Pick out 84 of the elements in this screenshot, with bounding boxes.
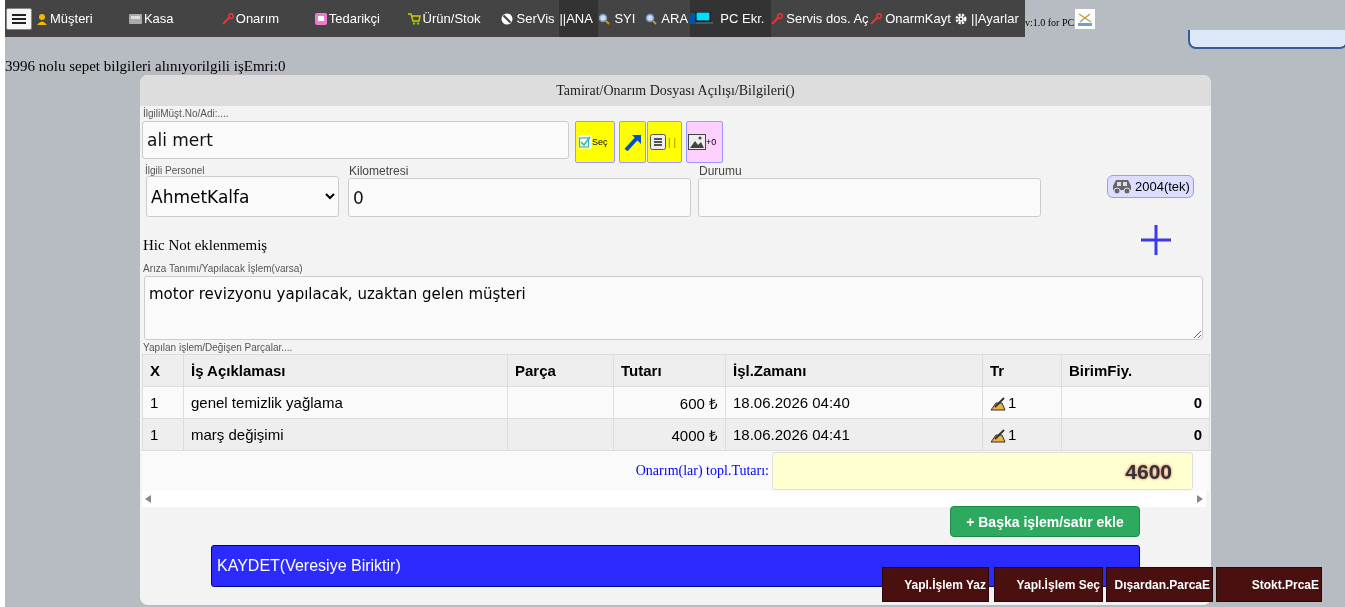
nav-link[interactable]: ARA bbox=[645, 0, 691, 37]
wrench-icon bbox=[221, 12, 234, 25]
edit-icon[interactable] bbox=[990, 429, 1007, 443]
search-icon bbox=[645, 12, 658, 25]
staff-select[interactable]: AhmetKalfa bbox=[146, 176, 339, 217]
column-header: Tutarı bbox=[613, 354, 726, 387]
column-header: BirimFiy. bbox=[1061, 354, 1210, 387]
list-icon bbox=[650, 134, 666, 150]
wrench-icon bbox=[771, 12, 784, 25]
photo-button[interactable]: +0 bbox=[686, 121, 723, 163]
field-label: İlgili Personel bbox=[145, 165, 206, 176]
nav-link[interactable]: Ürün/Stok bbox=[407, 0, 501, 37]
mileage-field[interactable]: 0 bbox=[348, 178, 691, 217]
table-cell: 1 bbox=[142, 386, 184, 419]
table-cell: genel temizlik yağlama bbox=[183, 386, 508, 419]
fault-textarea[interactable]: motor revizyonu yapılacak, uzaktan gelen müşteri bbox=[144, 276, 1203, 340]
checkbox-icon bbox=[578, 135, 592, 149]
table-cell: 18.06.2026 04:40 bbox=[725, 386, 983, 419]
logo-icon bbox=[1075, 9, 1095, 29]
column-header: Parça bbox=[507, 354, 614, 387]
nav-link[interactable]: Müşteri bbox=[35, 0, 129, 37]
menu-icon bbox=[12, 12, 26, 25]
table-cell: 18.06.2026 04:41 bbox=[725, 418, 983, 451]
add-icon[interactable] bbox=[1139, 223, 1173, 257]
user-icon bbox=[35, 12, 48, 25]
nav-link[interactable]: Kasa bbox=[128, 0, 222, 37]
vehicle-badge[interactable]: 2004(tek) bbox=[1107, 175, 1194, 198]
image-icon bbox=[688, 134, 706, 150]
monitor-icon bbox=[690, 11, 715, 26]
field-label: İlgiliMüşt.No/Adi:.... bbox=[143, 108, 230, 119]
arrow-button[interactable] bbox=[619, 121, 646, 163]
total-amount: 4600 bbox=[772, 452, 1193, 490]
column-header: X bbox=[142, 354, 184, 387]
select-button[interactable]: Seç bbox=[575, 121, 615, 163]
table-cell: 0 bbox=[1061, 418, 1210, 451]
table-cell: 0 bbox=[1061, 386, 1210, 419]
field-label: Arıza Tanımı/Yapılacak İşlem(varsa) bbox=[143, 263, 304, 274]
table-cell: 1 bbox=[1008, 426, 1017, 443]
horizontal-scrollbar[interactable] bbox=[142, 491, 1206, 507]
field-label: Durumu bbox=[699, 164, 743, 178]
nav-link[interactable]: Onarım bbox=[221, 0, 315, 37]
table-caption: Yapılan işlem/Değişen Parçalar.... bbox=[143, 342, 294, 353]
settings-icon bbox=[955, 12, 968, 25]
action-button[interactable]: Yapl.İşlem Yaz bbox=[882, 567, 989, 602]
cart-icon bbox=[407, 12, 421, 25]
nav-link[interactable]: Servis dos. Aç bbox=[771, 0, 871, 37]
customer-field[interactable]: ali mert bbox=[142, 121, 569, 159]
action-button[interactable]: Yapl.İşlem Seç bbox=[994, 567, 1103, 602]
table-cell: marş değişimi bbox=[183, 418, 508, 451]
list-button[interactable]: | | bbox=[647, 121, 682, 163]
nav-link[interactable]: OnarmKayt bbox=[870, 0, 956, 37]
ban-icon bbox=[500, 12, 513, 25]
nav-link[interactable]: ||Ayarlar bbox=[955, 0, 1025, 37]
table-cell: 4000 ₺ bbox=[613, 418, 726, 451]
cash-register-icon bbox=[128, 13, 142, 24]
scroll-right-icon[interactable] bbox=[1197, 495, 1203, 503]
note-text: Hic Not eklenmemiş bbox=[143, 236, 268, 254]
action-button[interactable]: Dışardan.ParcaE bbox=[1106, 567, 1213, 602]
nav-link[interactable]: SerVis bbox=[500, 0, 560, 37]
car-icon bbox=[1111, 177, 1133, 196]
edit-icon[interactable] bbox=[990, 397, 1007, 411]
column-header: İşl.Zamanı bbox=[725, 354, 983, 387]
column-header: İş Açıklaması bbox=[183, 354, 508, 387]
nav-link[interactable]: Tedarikçi bbox=[314, 0, 408, 37]
store-icon bbox=[314, 12, 327, 25]
nav-link[interactable]: SYI bbox=[598, 0, 646, 37]
table-cell: 600 ₺ bbox=[613, 386, 726, 419]
nav-link[interactable]: PC Ekr. bbox=[690, 0, 772, 37]
status-message: 3996 nolu sepet bilgileri alınıyorilgili işEmri:0 bbox=[5, 58, 287, 75]
table-cell: 1 bbox=[1008, 394, 1017, 411]
arrow-icon bbox=[622, 132, 643, 152]
wrench-icon bbox=[870, 12, 883, 25]
column-header: Tr bbox=[982, 354, 1062, 387]
total-label: Onarım(lar) topl.Tutarı: bbox=[635, 463, 769, 479]
nav-link[interactable]: ||ANA bbox=[559, 0, 599, 37]
field-label: Kilometresi bbox=[349, 164, 410, 178]
action-button[interactable]: Stokt.PrcaE bbox=[1216, 567, 1322, 602]
scroll-left-icon[interactable] bbox=[145, 495, 151, 503]
status-field[interactable] bbox=[698, 178, 1041, 217]
card-title: Tamirat/Onarım Dosyası Açılışı/Bilgileri() bbox=[140, 75, 1211, 106]
table-cell: 1 bbox=[142, 418, 184, 451]
search-icon bbox=[598, 12, 611, 25]
version-text: v:1.0 for PC bbox=[1025, 17, 1075, 28]
menu-button[interactable] bbox=[6, 7, 32, 30]
